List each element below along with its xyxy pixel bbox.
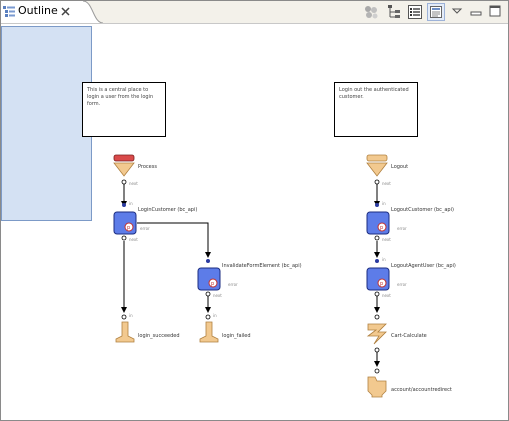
cart-calculate-label: Cart-Calculate (391, 333, 427, 339)
port-label: error (140, 226, 150, 231)
view-title: Outline (18, 4, 58, 17)
logout-label: Logout (391, 164, 409, 170)
port-label: next (129, 181, 138, 186)
svg-text:p: p (380, 225, 383, 231)
invalidate-form-pipelet[interactable]: p (197, 267, 221, 291)
logout-customer-pipelet[interactable]: p (366, 211, 390, 235)
overview-icon[interactable] (362, 3, 380, 21)
view-header: Outline (1, 1, 508, 24)
diagram-canvas[interactable]: This is a central place to login a user … (1, 24, 508, 420)
tab-curve (83, 1, 103, 23)
port-dot (122, 203, 126, 207)
login-failed-end-node[interactable] (198, 321, 220, 343)
right-annotation-note[interactable]: Login out the authenticated customer. (334, 82, 418, 137)
port-label: next (382, 237, 391, 242)
port-dot (375, 203, 379, 207)
port-label: error (397, 282, 407, 287)
port-label: in (129, 201, 133, 206)
port-label: error (397, 226, 407, 231)
svg-text:p: p (211, 281, 214, 287)
invalidate-form-label: InvalidateFormElement (bc_api) (222, 263, 302, 269)
login-succeeded-end-node[interactable] (114, 321, 136, 343)
outline-tab[interactable]: Outline (1, 1, 84, 23)
port-dot (205, 291, 211, 297)
port-dot (374, 347, 380, 353)
port-dot (121, 235, 127, 241)
svg-text:p: p (127, 225, 130, 231)
svg-text:p: p (380, 281, 383, 287)
login-customer-pipelet[interactable]: p (113, 211, 137, 235)
port-label: next (382, 293, 391, 298)
port-label: in (213, 313, 217, 318)
port-dot (121, 314, 127, 320)
port-dot (374, 314, 380, 320)
login-customer-label: LoginCustomer (bc_api) (138, 207, 198, 213)
login-succeeded-label: login_succeeded (138, 333, 180, 339)
minimize-icon[interactable] (469, 3, 483, 21)
port-dot (375, 259, 379, 263)
view-menu-icon[interactable] (450, 3, 464, 21)
port-label: in (129, 313, 133, 318)
port-label: next (213, 293, 222, 298)
flow-connectors (121, 184, 380, 367)
close-icon[interactable] (61, 7, 70, 16)
port-label: next (382, 181, 391, 186)
outline-view: Outline This is a central place to login… (0, 0, 509, 421)
port-dot (206, 259, 210, 263)
list-icon[interactable] (406, 3, 424, 21)
login-failed-label: login_failed (222, 333, 251, 339)
port-dot (374, 179, 380, 185)
port-label: in (382, 201, 386, 206)
account-redirect-label: account/accountredirect (391, 387, 452, 393)
port-label: next (129, 237, 138, 242)
account-redirect-jump-node[interactable] (365, 375, 389, 399)
port-dot (374, 235, 380, 241)
logout-agent-label: LogoutAgentUser (bc_api) (391, 263, 456, 269)
port-dot (121, 179, 127, 185)
maximize-icon[interactable] (488, 3, 502, 21)
tree-icon[interactable] (385, 3, 403, 21)
port-dot (374, 291, 380, 297)
port-label: error (228, 282, 238, 287)
cart-calculate-call-node[interactable] (365, 322, 389, 346)
process-label: Process (138, 164, 157, 170)
port-label: in (382, 257, 386, 262)
left-annotation-note[interactable]: This is a central place to login a user … (82, 82, 166, 137)
properties-icon[interactable] (427, 3, 445, 21)
logout-agent-pipelet[interactable]: p (366, 267, 390, 291)
logout-customer-label: LogoutCustomer (bc_api) (391, 207, 454, 213)
port-dot (374, 368, 380, 374)
port-dot (205, 314, 211, 320)
logout-start-node[interactable] (366, 154, 388, 178)
process-start-node[interactable] (113, 154, 135, 178)
outline-view-icon (3, 6, 15, 17)
